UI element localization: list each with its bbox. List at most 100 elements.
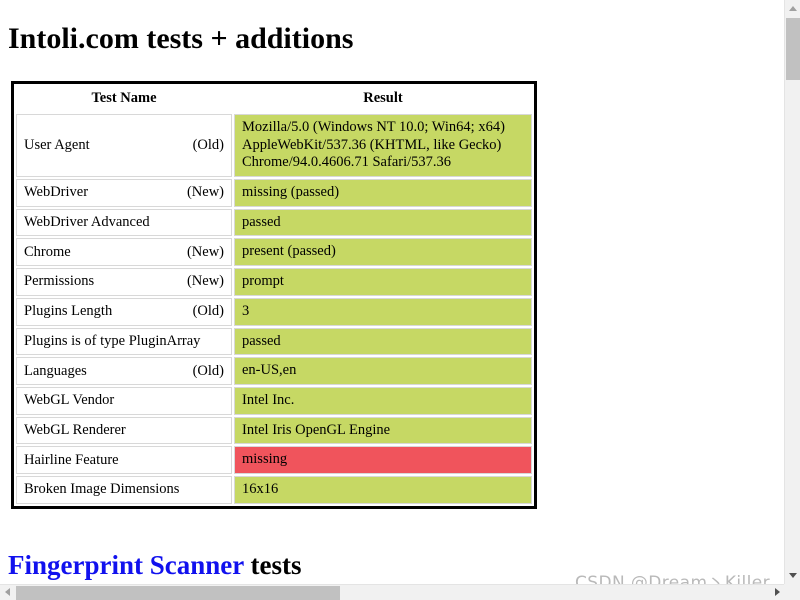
test-name-tag: (Old) xyxy=(192,303,224,320)
test-name-cell: Plugins Length (Old) xyxy=(16,297,232,326)
test-result-line: prompt xyxy=(242,273,284,290)
test-result-line: Chrome/94.0.4606.71 Safari/537.36 xyxy=(242,154,452,171)
table-row: Plugins is of type PluginArray passed xyxy=(16,327,532,356)
test-name-label: Plugins Length xyxy=(24,303,113,320)
test-name-row: Plugins Length (Old) xyxy=(24,303,224,320)
test-name-tag: (New) xyxy=(186,243,224,260)
test-name-tag: (New) xyxy=(186,273,224,290)
test-name-label: Hairline Feature xyxy=(24,451,119,468)
test-name-row: User Agent (Old) xyxy=(24,137,224,154)
sub-heading-suffix: tests xyxy=(243,550,302,580)
test-result-cell: en-US,en xyxy=(234,357,532,385)
test-name-row: Broken Image Dimensions xyxy=(24,481,224,498)
fingerprint-scanner-link[interactable]: Fingerprint Scanner xyxy=(8,550,244,580)
test-name-cell: Languages (Old) xyxy=(16,357,232,385)
test-name-tag: (Old) xyxy=(192,362,224,379)
test-result-cell: present (passed) xyxy=(234,238,532,267)
scroll-up-arrow-icon[interactable] xyxy=(789,6,797,11)
table-row: Plugins Length (Old) 3 xyxy=(16,297,532,326)
test-name-tag: (New) xyxy=(186,184,224,201)
page-content: Intoli.com tests + additions Test Name R… xyxy=(0,0,784,584)
test-result-line: 3 xyxy=(242,302,250,319)
watermark-text: CSDN @Dream丶Killer xyxy=(575,573,770,584)
test-result-line: 16x16 xyxy=(242,480,279,497)
test-result-line: passed xyxy=(242,213,281,230)
table-row: Chrome (New) present (passed) xyxy=(16,238,532,267)
test-name-cell: Hairline Feature xyxy=(16,446,232,474)
test-name-cell: WebDriver (New) xyxy=(16,179,232,207)
test-result-line: passed xyxy=(242,332,281,349)
test-name-row: WebDriver Advanced xyxy=(24,214,224,231)
horizontal-scrollbar-thumb[interactable] xyxy=(16,586,340,600)
test-name-label: WebGL Vendor xyxy=(24,392,115,409)
table-row: User Agent (Old) Mozilla/5.0 (Windows NT 1… xyxy=(16,114,532,178)
table-row: WebGL Renderer Intel Iris OpenGL Engine xyxy=(16,416,532,445)
test-result-cell: missing xyxy=(234,446,532,474)
test-result-line: en-US,en xyxy=(242,362,297,379)
test-name-row: Languages (Old) xyxy=(24,363,224,380)
test-name-row: WebGL Vendor xyxy=(24,392,224,409)
scrollbar-corner xyxy=(784,584,800,600)
test-result-line: missing xyxy=(242,451,288,468)
vertical-scrollbar-thumb[interactable] xyxy=(786,18,800,80)
test-name-label: Languages xyxy=(24,362,87,379)
table-row: WebDriver Advanced passed xyxy=(16,208,532,237)
test-result-cell: passed xyxy=(234,327,532,356)
test-name-label: Broken Image Dimensions xyxy=(24,481,180,498)
test-result-cell: missing (passed) xyxy=(234,179,532,207)
table-row: Languages (Old) en-US,en xyxy=(16,357,532,385)
test-result-line: missing (passed) xyxy=(242,184,340,201)
test-name-cell: WebDriver Advanced xyxy=(16,208,232,237)
test-name-cell: WebGL Renderer xyxy=(16,416,232,445)
test-result-cell: Intel Iris OpenGL Engine xyxy=(234,416,532,445)
test-name-cell: Plugins is of type PluginArray xyxy=(16,327,232,356)
scroll-down-arrow-icon[interactable] xyxy=(789,573,797,578)
table-header: Test Name Result xyxy=(16,86,532,112)
test-result-cell: Mozilla/5.0 (Windows NT 10.0; Win64; x64… xyxy=(234,114,532,178)
table-row: WebGL Vendor Intel Inc. xyxy=(16,386,532,415)
test-name-cell: Permissions (New) xyxy=(16,268,232,296)
scroll-right-arrow-icon[interactable] xyxy=(775,588,780,596)
test-name-cell: User Agent (Old) xyxy=(16,114,232,178)
results-table-container: Test Name Result User Agent (Old) Mozilla/… xyxy=(11,81,537,509)
test-result-line: Intel Iris OpenGL Engine xyxy=(242,421,391,438)
test-name-label: WebDriver xyxy=(24,184,89,201)
table-row: Permissions (New) prompt xyxy=(16,268,532,296)
sub-heading: Fingerprint Scanner tests xyxy=(8,550,301,581)
test-name-row: Permissions (New) xyxy=(24,273,224,290)
test-result-cell: 16x16 xyxy=(234,475,532,504)
column-header-result: Result xyxy=(234,86,532,112)
vertical-scrollbar[interactable] xyxy=(784,0,800,584)
table-header-row: Test Name Result xyxy=(16,86,532,112)
test-name-cell: Chrome (New) xyxy=(16,238,232,267)
test-name-label: WebGL Renderer xyxy=(24,421,126,438)
results-table: Test Name Result User Agent (Old) Mozilla/… xyxy=(14,84,534,506)
test-name-label: User Agent xyxy=(24,137,90,154)
test-result-line: present (passed) xyxy=(242,243,336,260)
test-result-cell: Intel Inc. xyxy=(234,386,532,415)
table-body: User Agent (Old) Mozilla/5.0 (Windows NT 1… xyxy=(16,114,532,504)
test-name-tag: (Old) xyxy=(192,137,224,154)
test-name-cell: Broken Image Dimensions xyxy=(16,475,232,504)
test-name-cell: WebGL Vendor xyxy=(16,386,232,415)
test-result-cell: prompt xyxy=(234,268,532,296)
column-header-test-name: Test Name xyxy=(16,86,232,112)
test-result-line: AppleWebKit/537.36 (KHTML, like Gecko) xyxy=(242,136,502,153)
test-name-label: Permissions xyxy=(24,273,95,290)
test-result-line: Intel Inc. xyxy=(242,391,295,408)
horizontal-scrollbar[interactable] xyxy=(0,584,784,600)
table-row: Broken Image Dimensions 16x16 xyxy=(16,475,532,504)
test-name-label: Chrome xyxy=(24,243,71,260)
test-name-row: Plugins is of type PluginArray xyxy=(24,333,224,350)
table-row: Hairline Feature missing xyxy=(16,446,532,474)
page-title: Intoli.com tests + additions xyxy=(8,22,354,55)
test-name-row: WebDriver (New) xyxy=(24,184,224,201)
test-name-label: Plugins is of type PluginArray xyxy=(24,332,201,349)
test-result-cell: 3 xyxy=(234,297,532,326)
test-name-row: Chrome (New) xyxy=(24,244,224,261)
test-result-cell: passed xyxy=(234,208,532,237)
test-name-label: WebDriver Advanced xyxy=(24,214,150,231)
scroll-left-arrow-icon[interactable] xyxy=(5,588,10,596)
table-row: WebDriver (New) missing (passed) xyxy=(16,179,532,207)
browser-viewport: Intoli.com tests + additions Test Name R… xyxy=(0,0,800,600)
